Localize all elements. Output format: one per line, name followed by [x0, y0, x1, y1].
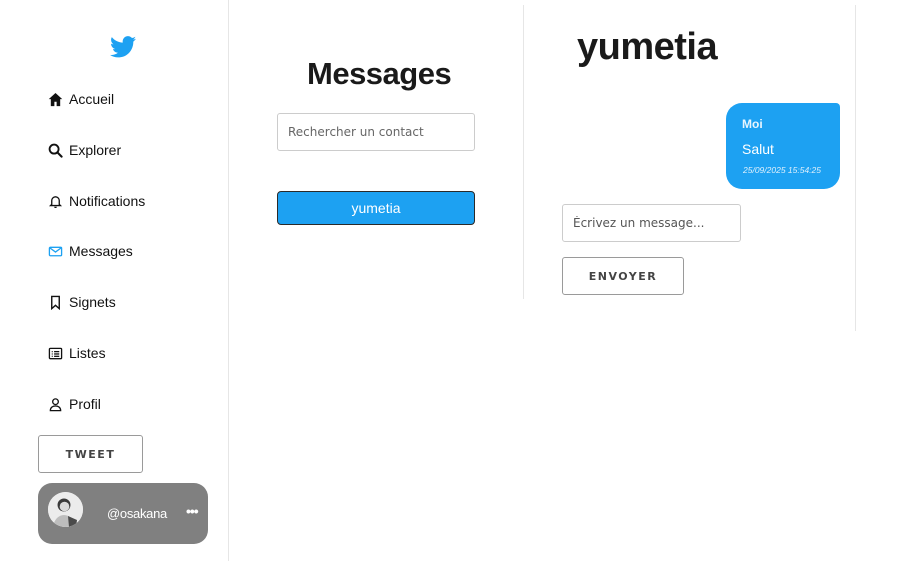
twitter-bird-icon[interactable]	[110, 36, 136, 58]
sidebar-item-signets[interactable]: Signets	[47, 290, 116, 314]
sidebar-item-explorer[interactable]: Explorer	[47, 138, 121, 162]
sidebar-item-profil[interactable]: Profil	[47, 392, 101, 416]
bookmark-icon	[47, 294, 63, 310]
message-sender: Moi	[742, 117, 763, 131]
message-input[interactable]	[562, 204, 741, 242]
sidebar-item-label: Accueil	[69, 91, 115, 107]
profile-handle: @osakana	[107, 506, 167, 521]
sidebar-item-listes[interactable]: Listes	[47, 341, 106, 365]
column-divider	[855, 5, 856, 331]
messages-panel: Messages yumetia	[230, 0, 523, 300]
envelope-icon	[47, 243, 63, 259]
column-divider	[523, 5, 524, 299]
send-button[interactable]: ENVOYER	[562, 257, 684, 295]
sidebar: Accueil Explorer Notifications Messages …	[0, 0, 229, 561]
contact-search-input[interactable]	[277, 113, 475, 151]
sidebar-item-label: Listes	[69, 345, 106, 361]
home-icon	[47, 91, 63, 107]
sidebar-item-notifications[interactable]: Notifications	[47, 189, 145, 213]
sidebar-item-messages[interactable]: Messages	[47, 239, 133, 263]
search-icon	[47, 142, 63, 158]
sidebar-item-label: Profil	[69, 396, 101, 412]
profile-card[interactable]: @osakana •••	[38, 483, 208, 544]
list-icon	[47, 345, 63, 361]
chat-title: yumetia	[577, 26, 718, 68]
message-timestamp: 25/09/2025 15:54:25	[743, 165, 821, 175]
tweet-button[interactable]: TWEET	[38, 435, 143, 473]
sidebar-item-label: Signets	[69, 294, 116, 310]
messages-title: Messages	[307, 56, 452, 91]
sidebar-item-label: Notifications	[69, 193, 146, 209]
user-icon	[47, 396, 63, 412]
message-bubble: Moi Salut 25/09/2025 15:54:25	[726, 103, 840, 189]
avatar	[48, 492, 83, 527]
message-text: Salut	[742, 141, 774, 157]
bell-icon	[47, 193, 63, 209]
sidebar-item-label: Messages	[69, 243, 133, 259]
sidebar-item-label: Explorer	[69, 142, 122, 158]
contact-item[interactable]: yumetia	[277, 191, 475, 225]
sidebar-item-accueil[interactable]: Accueil	[47, 87, 114, 111]
more-icon[interactable]: •••	[186, 503, 199, 519]
